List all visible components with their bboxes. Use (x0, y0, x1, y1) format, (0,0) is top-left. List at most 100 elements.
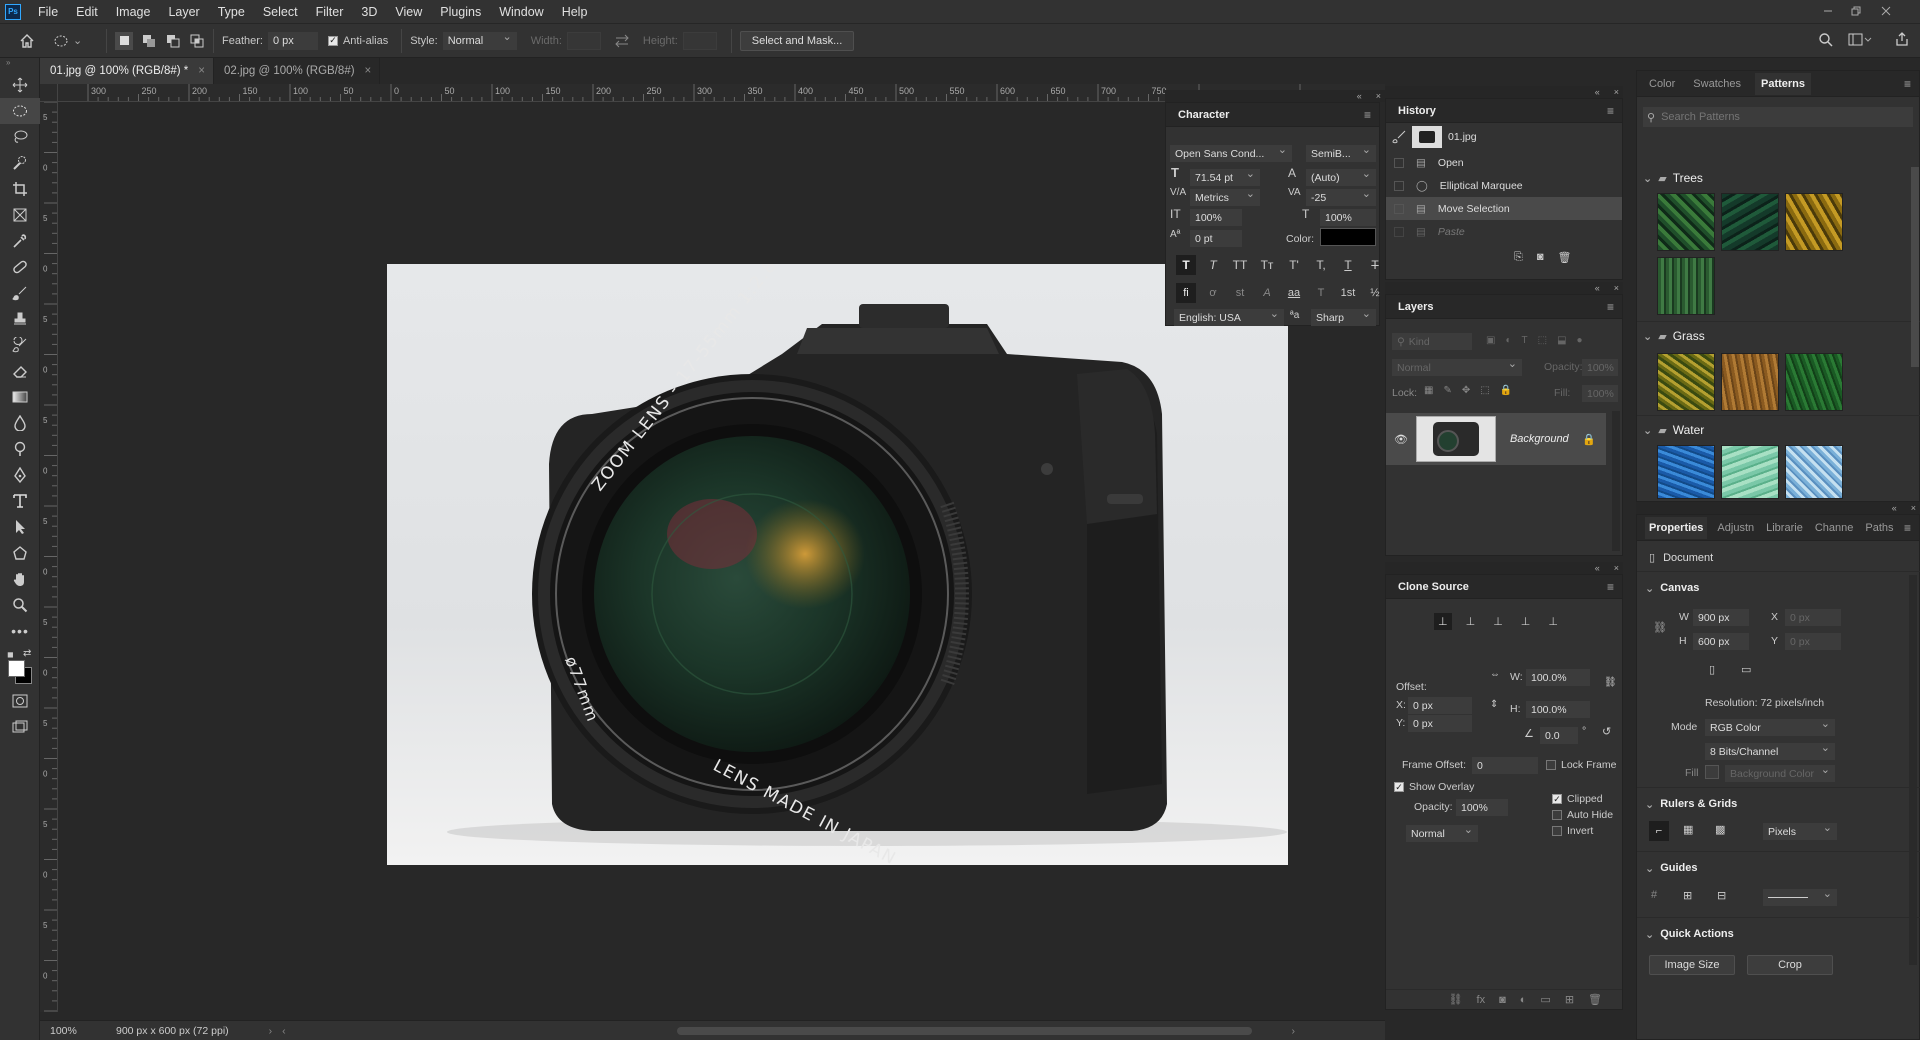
pattern-swatch[interactable] (1721, 193, 1779, 251)
lock-guides-icon[interactable]: ⊟ (1717, 889, 1726, 902)
workspace-icon[interactable] (1848, 32, 1872, 48)
width-input[interactable] (566, 31, 601, 50)
crop-button[interactable]: Crop (1747, 955, 1833, 975)
horizontal-scale-input[interactable]: 100% (1320, 209, 1376, 226)
tab-patterns[interactable]: Patterns (1755, 72, 1812, 95)
height-input[interactable] (682, 31, 717, 50)
properties-scrollbar[interactable] (1909, 575, 1917, 965)
menu-3d[interactable]: 3D (352, 0, 386, 24)
fill-input[interactable]: 100% (1582, 385, 1618, 402)
landscape-icon[interactable]: ▭ (1741, 663, 1751, 676)
add-mask-icon[interactable]: ◙ (1499, 994, 1506, 1006)
clone-source-5-icon[interactable]: ⊥ (1544, 613, 1562, 630)
link-proportions-icon[interactable]: ⛓ (1653, 621, 1667, 634)
leading-input[interactable]: (Auto) (1306, 167, 1376, 186)
lock-artboard-icon[interactable]: ⬚ (1480, 385, 1489, 396)
add-selection-icon[interactable] (141, 33, 157, 49)
filter-type-icon[interactable]: T (1522, 335, 1528, 346)
invert-checkbox[interactable]: Invert (1552, 825, 1593, 837)
move-tool-icon[interactable] (0, 72, 40, 98)
ruler-origin[interactable] (40, 84, 58, 102)
lock-transparent-icon[interactable]: ▦ (1424, 385, 1433, 396)
delete-state-icon[interactable]: 🗑 (1557, 251, 1571, 264)
type-tool-icon[interactable] (0, 488, 40, 514)
clone-source-2-icon[interactable]: ⊥ (1462, 613, 1480, 630)
menu-window[interactable]: Window (490, 0, 552, 24)
search-icon[interactable] (1818, 32, 1834, 48)
style-select[interactable]: Normal (442, 30, 517, 50)
tab-libraries[interactable]: Librarie (1762, 522, 1807, 534)
underline-button[interactable]: T (1338, 255, 1358, 275)
color-swatches[interactable]: ◼ ⇄ (0, 644, 39, 688)
path-selection-tool-icon[interactable] (0, 514, 40, 540)
collapse-icon[interactable]: « (1595, 87, 1600, 97)
new-snapshot-icon[interactable]: ◙ (1537, 251, 1544, 264)
antialias-method-select[interactable]: Sharp (1311, 307, 1376, 326)
subscript-button[interactable]: T, (1311, 255, 1331, 275)
filter-toggle-icon[interactable]: ● (1577, 335, 1583, 346)
rotate-icon[interactable]: ∠ (1524, 727, 1534, 740)
menu-help[interactable]: Help (553, 0, 597, 24)
text-color-swatch[interactable] (1320, 228, 1376, 246)
zoom-tool-icon[interactable] (0, 592, 40, 618)
clone-source-3-icon[interactable]: ⊥ (1489, 613, 1507, 630)
guide-layout-icon[interactable]: # (1651, 889, 1657, 901)
tab-02-jpg[interactable]: 02.jpg @ 100% (RGB/8#) × (214, 58, 381, 84)
pattern-search-input[interactable] (1661, 111, 1882, 123)
screen-mode-icon[interactable] (0, 714, 40, 740)
baseline-shift-input[interactable]: 0 pt (1190, 230, 1242, 247)
tab-swatches[interactable]: Swatches (1689, 78, 1745, 90)
scroll-right-icon[interactable]: › (1292, 1025, 1296, 1037)
intersect-selection-icon[interactable] (189, 33, 205, 49)
new-group-icon[interactable]: ▭ (1540, 993, 1550, 1006)
clone-height-input[interactable]: 100.0% (1526, 701, 1590, 718)
panel-menu-icon[interactable]: ≡ (1364, 108, 1371, 122)
swap-colors-icon[interactable]: ⇄ (23, 648, 31, 659)
fill-select[interactable]: Background Color (1725, 763, 1835, 782)
strikethrough-button[interactable]: T (1365, 255, 1385, 275)
panel-menu-icon[interactable]: ≡ (1904, 521, 1911, 535)
collapse-icon[interactable]: « (1357, 91, 1362, 101)
link-dimensions-icon[interactable]: ⛓ (1604, 677, 1617, 688)
canvas-width-input[interactable]: 900 px (1693, 609, 1749, 626)
font-size-input[interactable]: 71.54 pt (1190, 167, 1260, 186)
layer-filter-select[interactable]: ⚲ Kind (1392, 333, 1472, 350)
minimize-icon[interactable] (1814, 0, 1842, 22)
pattern-swatch[interactable] (1657, 445, 1715, 499)
menu-file[interactable]: File (29, 0, 67, 24)
collapse-icon[interactable]: « (1595, 283, 1600, 293)
superscript-button[interactable]: T' (1284, 255, 1304, 275)
offset-y-input[interactable]: 0 px (1408, 715, 1472, 732)
pattern-group-water[interactable]: ⌄ ▰ Water (1643, 419, 1704, 441)
history-item-move-selection[interactable]: ▤ Move Selection (1386, 197, 1622, 220)
canvas-height-input[interactable]: 600 px (1693, 633, 1749, 650)
filter-shape-icon[interactable]: ⬚ (1538, 335, 1547, 346)
clone-stamp-tool-icon[interactable] (0, 306, 40, 332)
panel-menu-icon[interactable]: ≡ (1904, 77, 1911, 91)
eraser-tool-icon[interactable] (0, 358, 40, 384)
feather-input[interactable]: 0 px (267, 31, 318, 50)
lock-frame-checkbox[interactable]: Lock Frame (1546, 759, 1616, 771)
menu-edit[interactable]: Edit (67, 0, 107, 24)
old-style-button[interactable]: ơ (1203, 283, 1223, 303)
layers-scrollbar[interactable] (1612, 411, 1620, 551)
pattern-swatch[interactable] (1785, 193, 1843, 251)
panel-menu-icon[interactable]: ≡ (1607, 580, 1614, 594)
gradient-tool-icon[interactable] (0, 384, 40, 410)
filter-pixel-icon[interactable]: ▣ (1486, 335, 1495, 346)
brush-tool-icon[interactable] (0, 280, 40, 306)
toggle-pixel-grid-icon[interactable]: ▩ (1715, 823, 1725, 836)
foreground-color-swatch[interactable] (8, 660, 25, 677)
subtract-selection-icon[interactable] (165, 33, 181, 49)
pattern-search[interactable]: ⚲ (1643, 107, 1913, 127)
flip-horizontal-icon[interactable]: ⇔ (1490, 669, 1500, 680)
layer-row-background[interactable]: 👁 Background 🔒 (1386, 413, 1606, 465)
ligatures-button[interactable]: fi (1176, 283, 1196, 303)
clone-source-1-icon[interactable]: ⊥ (1434, 613, 1452, 630)
menu-filter[interactable]: Filter (307, 0, 353, 24)
quick-actions-header[interactable]: ⌄ Quick Actions (1645, 923, 1734, 945)
clipped-checkbox[interactable]: ✓ Clipped (1552, 793, 1603, 805)
eyedropper-tool-icon[interactable] (0, 228, 40, 254)
faux-italic-button[interactable]: T (1203, 255, 1223, 275)
pattern-swatch[interactable] (1785, 445, 1843, 499)
